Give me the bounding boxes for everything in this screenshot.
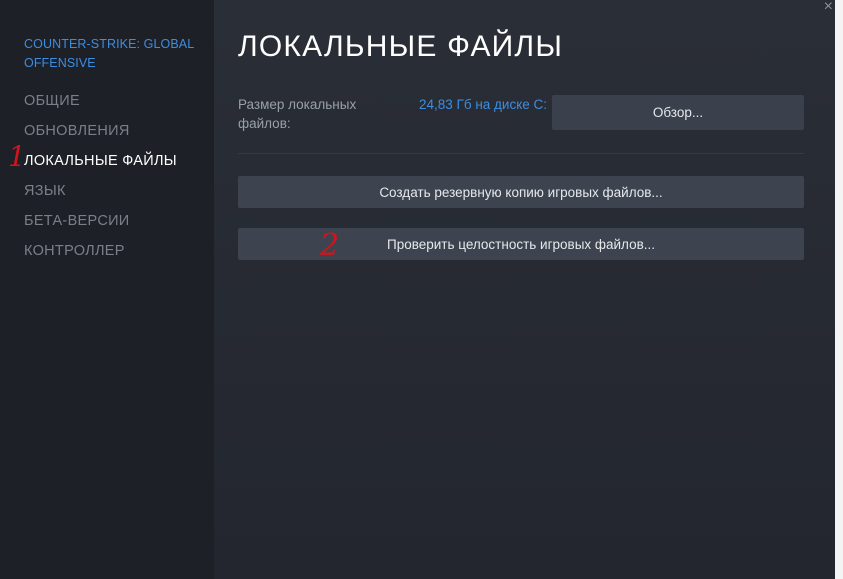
sidebar-item-general[interactable]: ОБЩИЕ bbox=[24, 90, 177, 120]
sidebar-item-local-files[interactable]: ЛОКАЛЬНЫЕ ФАЙЛЫ bbox=[24, 150, 177, 180]
annotation-mark-1: 1 bbox=[8, 140, 26, 173]
sidebar-item-language[interactable]: ЯЗЫК bbox=[24, 180, 177, 210]
properties-window: COUNTER-STRIKE: GLOBAL OFFENSIVE ОБЩИЕ О… bbox=[0, 0, 843, 579]
backup-files-button[interactable]: Создать резервную копию игровых файлов..… bbox=[238, 176, 804, 208]
annotation-mark-2: 2 bbox=[320, 228, 340, 263]
page-title: ЛОКАЛЬНЫЕ ФАЙЛЫ bbox=[238, 30, 564, 63]
background-window-edge bbox=[835, 0, 843, 579]
local-size-value: 24,83 Гб на диске C: bbox=[419, 97, 548, 112]
main-panel: ЛОКАЛЬНЫЕ ФАЙЛЫ Размер локальных файлов:… bbox=[214, 0, 843, 579]
sidebar-item-betas[interactable]: БЕТА-ВЕРСИИ bbox=[24, 210, 177, 240]
sidebar: COUNTER-STRIKE: GLOBAL OFFENSIVE ОБЩИЕ О… bbox=[0, 0, 214, 579]
sidebar-item-updates[interactable]: ОБНОВЛЕНИЯ bbox=[24, 120, 177, 150]
sidebar-nav: ОБЩИЕ ОБНОВЛЕНИЯ ЛОКАЛЬНЫЕ ФАЙЛЫ ЯЗЫК БЕ… bbox=[24, 90, 177, 270]
game-title: COUNTER-STRIKE: GLOBAL OFFENSIVE bbox=[24, 37, 194, 70]
close-icon[interactable]: × bbox=[824, 0, 833, 15]
local-size-label: Размер локальных файлов: bbox=[238, 97, 357, 131]
browse-button[interactable]: Обзор... bbox=[552, 95, 804, 130]
divider bbox=[238, 153, 804, 154]
sidebar-item-controller[interactable]: КОНТРОЛЛЕР bbox=[24, 240, 177, 270]
